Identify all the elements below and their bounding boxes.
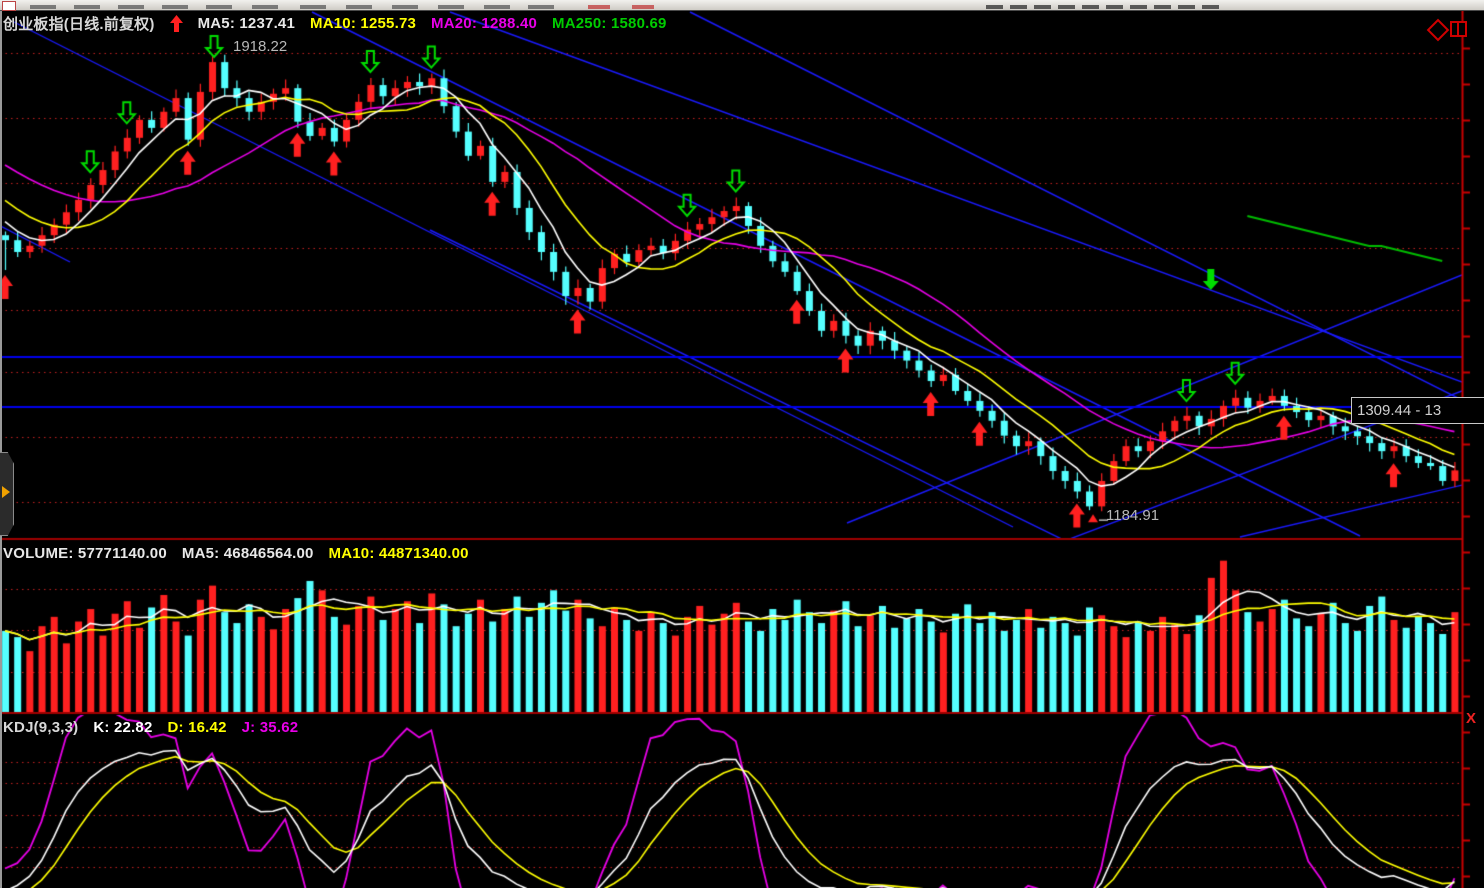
- menu-item-clipped: [162, 5, 188, 9]
- chart-canvas[interactable]: [0, 0, 1484, 888]
- sidebar-expand-tab[interactable]: [0, 452, 14, 536]
- kdj-j-value: J: 35.62: [242, 719, 299, 736]
- kdj-name: KDJ(9,3,3): [3, 719, 78, 736]
- up-arrow-icon: [170, 15, 183, 32]
- menu-text-clipped: [1058, 5, 1075, 9]
- menu-item-clipped: [484, 5, 510, 9]
- main-chart-header: 创业板指(日线.前复权) MA5: 1237.41 MA10: 1255.73 …: [3, 13, 667, 34]
- volume-value: VOLUME: 57771140.00: [3, 545, 167, 562]
- menu-item-clipped: [300, 5, 326, 9]
- menu-item-clipped: [438, 5, 464, 9]
- menu-item-clipped: [74, 5, 100, 9]
- volume-pane-header: VOLUME: 57771140.00 MA5: 46846564.00 MA1…: [3, 545, 469, 562]
- trendline-tooltip: 1309.44 - 13: [1351, 397, 1484, 424]
- ma20-value: MA20: 1288.40: [431, 15, 537, 32]
- menu-text-clipped: [986, 5, 1003, 9]
- menu-item-clipped: [118, 5, 144, 9]
- menu-item-clipped: [528, 5, 554, 9]
- menu-text-clipped: [1178, 5, 1195, 9]
- instrument-title: 创业板指(日线.前复权): [3, 13, 155, 34]
- menu-text-clipped: [1154, 5, 1171, 9]
- menu-item-clipped: [206, 5, 232, 9]
- close-indicator-button[interactable]: X: [1466, 710, 1476, 727]
- kdj-pane-header: KDJ(9,3,3) K: 22.82 D: 16.42 J: 35.62: [3, 719, 298, 736]
- menu-text-clipped: [1202, 5, 1219, 9]
- peak-price-label: 1918.22: [233, 38, 287, 55]
- menu-text-clipped: [1082, 5, 1099, 9]
- menu-item-clipped: [346, 5, 372, 9]
- expand-arrow-icon: [2, 486, 10, 498]
- volume-ma5-value: MA5: 46846564.00: [182, 545, 314, 562]
- menu-text-clipped: [1106, 5, 1123, 9]
- ma10-value: MA10: 1255.73: [310, 15, 416, 32]
- trading-app-window: 创业板指(日线.前复权) MA5: 1237.41 MA10: 1255.73 …: [0, 0, 1484, 888]
- ma5-value: MA5: 1237.41: [198, 15, 295, 32]
- menu-text-clipped: [1034, 5, 1051, 9]
- menu-item-clipped: [392, 5, 418, 9]
- menu-bar[interactable]: [0, 0, 1484, 11]
- window-left-border: [0, 10, 2, 888]
- menu-button-clipped: [632, 5, 654, 9]
- volume-ma10-value: MA10: 44871340.00: [329, 545, 469, 562]
- menu-item-clipped: [252, 5, 278, 9]
- menu-button-clipped: [588, 5, 610, 9]
- app-icon: [2, 1, 16, 11]
- menu-text-clipped: [1130, 5, 1147, 9]
- menu-item-clipped: [30, 5, 56, 9]
- ma250-value: MA250: 1580.69: [552, 15, 667, 32]
- split-window-icon[interactable]: [1450, 21, 1467, 37]
- kdj-k-value: K: 22.82: [93, 719, 152, 736]
- trough-price-label: 1184.91: [1106, 507, 1159, 524]
- menu-text-clipped: [1010, 5, 1027, 9]
- kdj-d-value: D: 16.42: [168, 719, 227, 736]
